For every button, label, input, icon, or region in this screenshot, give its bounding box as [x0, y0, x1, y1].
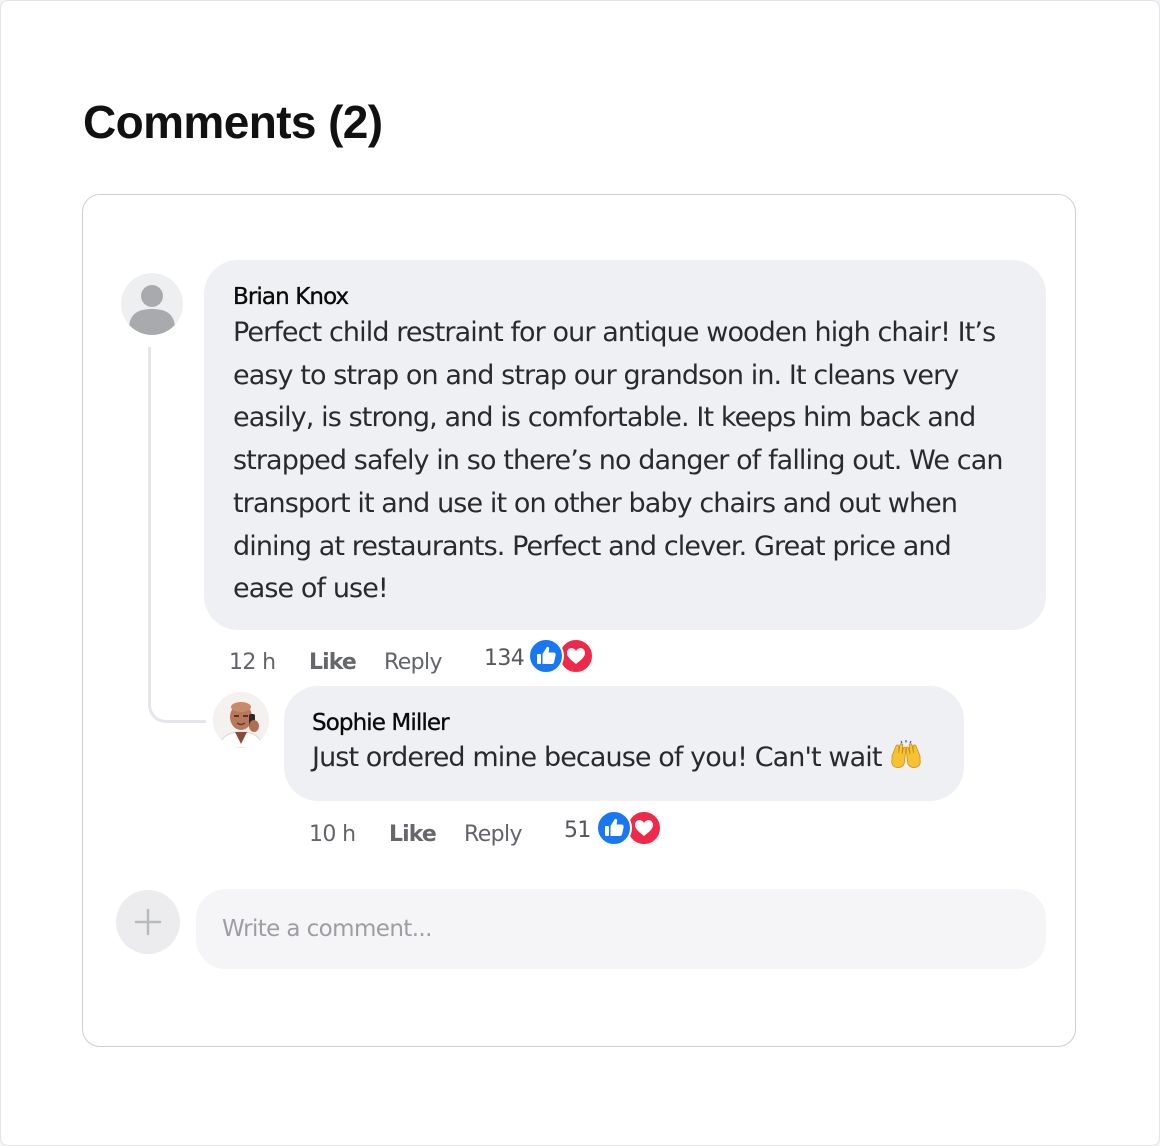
comment-text: Perfect child restraint for our antique … — [233, 317, 1003, 605]
comment-author-name[interactable]: Sophie Miller — [312, 708, 934, 738]
default-user-icon — [129, 285, 175, 335]
reaction-count[interactable]: 134 — [484, 645, 525, 673]
comment-input[interactable] — [196, 889, 1046, 969]
heart-icon — [558, 638, 594, 674]
reaction-count[interactable]: 51 — [564, 817, 591, 845]
comment-author-name[interactable]: Brian Knox — [233, 282, 1016, 312]
comment-composer — [196, 889, 1046, 969]
thread-connector-line — [148, 347, 206, 723]
like-button[interactable]: Like — [389, 821, 437, 849]
add-attachment-button[interactable] — [116, 890, 180, 954]
thumbs-up-icon — [528, 638, 564, 674]
user-photo — [213, 692, 269, 748]
reply-bubble: Sophie Miller Just ordered mine because … — [284, 686, 964, 801]
reply-button[interactable]: Reply — [464, 821, 523, 849]
avatar-default-user-icon[interactable] — [121, 273, 183, 335]
reaction-icons[interactable] — [595, 809, 663, 847]
avatar-user-photo[interactable] — [213, 692, 269, 748]
heart-icon — [626, 810, 662, 846]
comment-text: Just ordered mine because of you! Can't … — [312, 742, 882, 773]
comment-timestamp[interactable]: 12 h — [229, 649, 276, 677]
thumbs-up-icon — [596, 810, 632, 846]
reaction-icons[interactable] — [527, 637, 595, 675]
comment-text-row: Just ordered mine because of you! Can't … — [312, 738, 934, 778]
like-button[interactable]: Like — [309, 649, 357, 677]
page-title: Comments (2) — [83, 96, 383, 148]
comment-bubble: Brian Knox Perfect child restraint for o… — [204, 260, 1046, 630]
reply-button[interactable]: Reply — [384, 649, 443, 677]
raising-hands-emoji — [889, 740, 923, 773]
plus-icon — [134, 908, 162, 936]
comment-timestamp[interactable]: 10 h — [309, 821, 356, 849]
